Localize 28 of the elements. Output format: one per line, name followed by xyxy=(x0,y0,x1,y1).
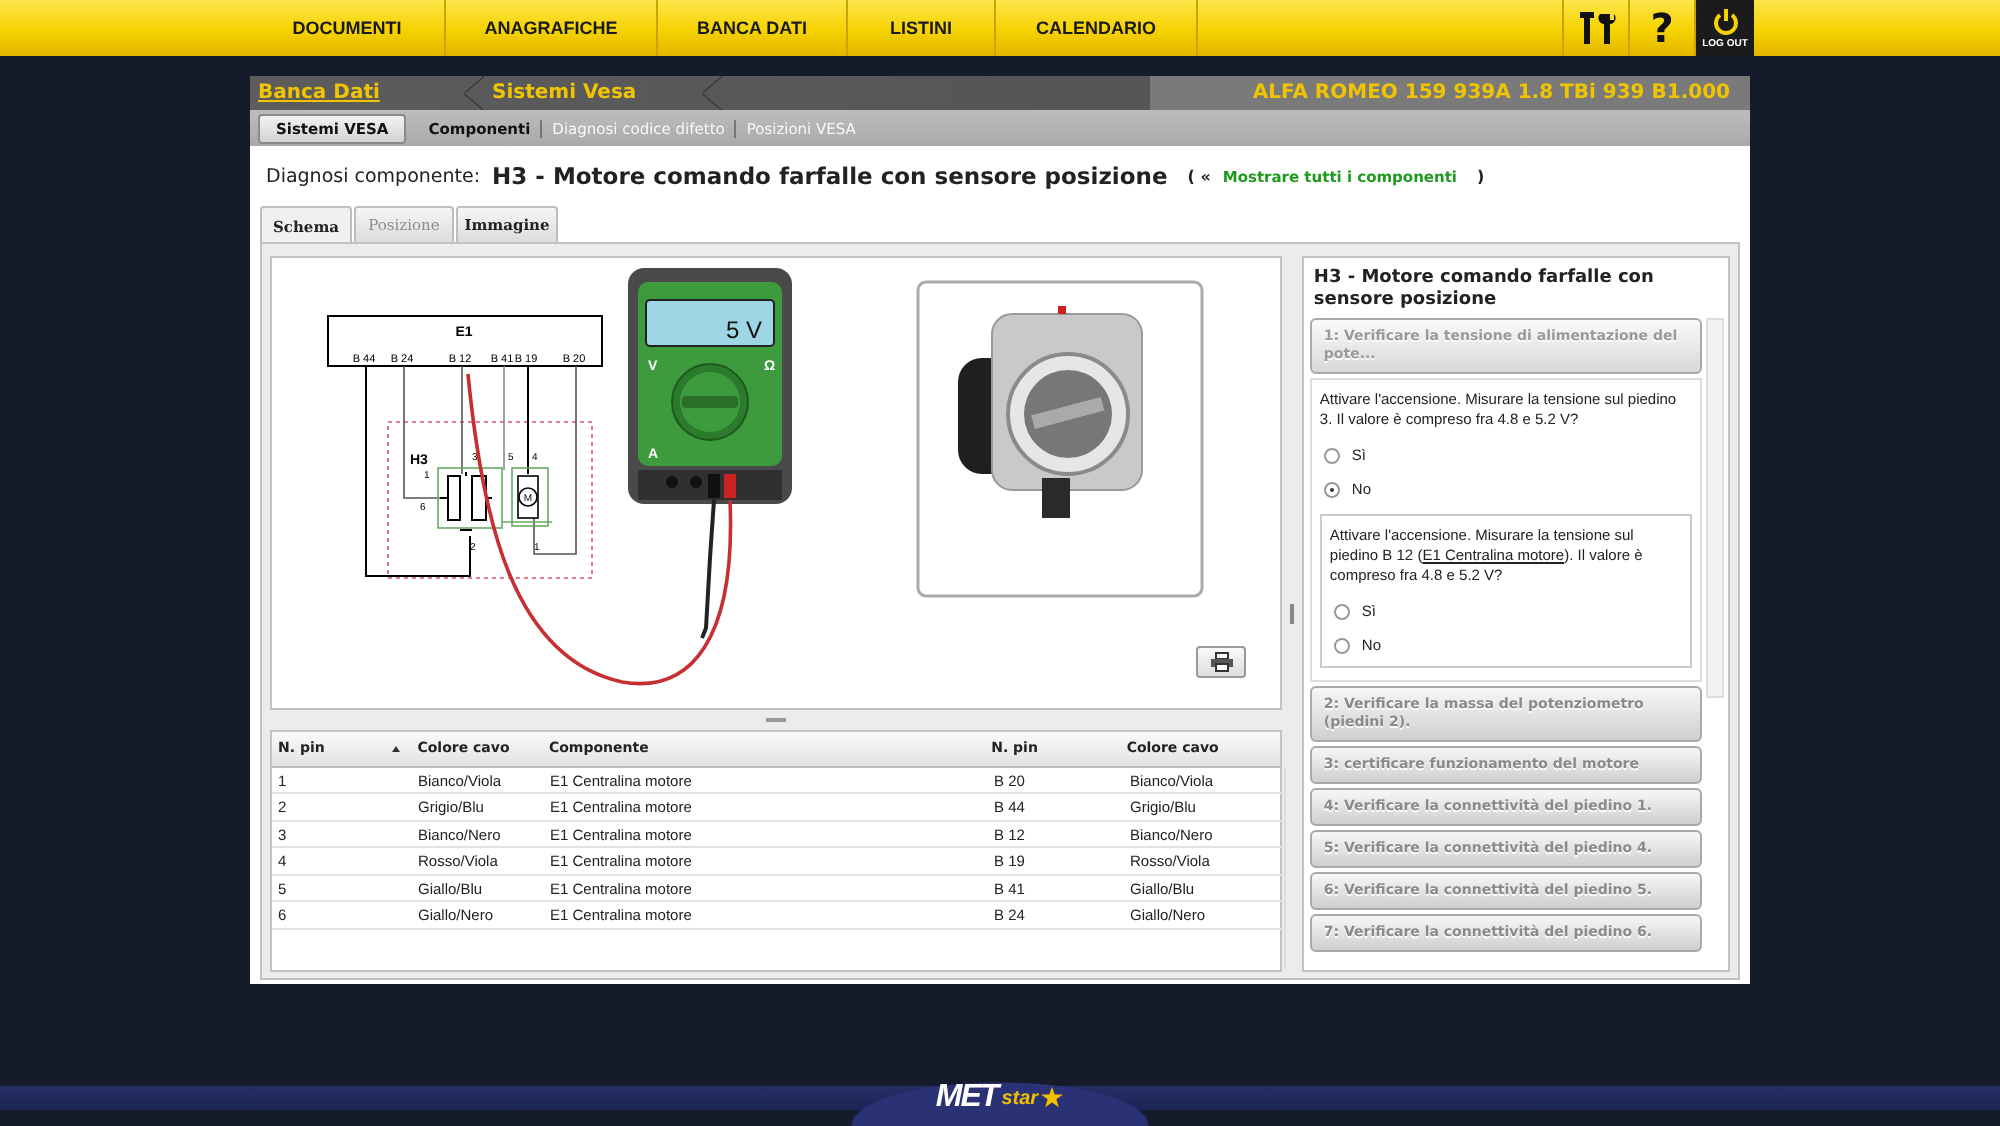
bracket-text: ) xyxy=(1477,167,1485,185)
panel-title: H3 - Motore comando farfalle con sensore posizione xyxy=(1311,266,1656,314)
radio-button[interactable] xyxy=(1323,447,1340,463)
logo-text: star xyxy=(1001,1087,1039,1109)
bracket-text: ( « xyxy=(1187,167,1211,185)
nav-menu-item[interactable]: BANCA DATI xyxy=(658,0,848,56)
radio-button[interactable] xyxy=(1323,481,1340,497)
breadcrumb-item[interactable]: Sistemi Vesa xyxy=(484,76,702,110)
meter-reading: 5 V xyxy=(725,316,762,344)
splitter-handle[interactable] xyxy=(766,717,786,722)
scrollbar[interactable] xyxy=(1284,767,1286,970)
logo-text: MET xyxy=(935,1080,998,1116)
splitter-handle[interactable] xyxy=(1289,604,1294,624)
component-title: H3 - Motore comando farfalle con sensore posizione xyxy=(492,162,1168,190)
power-icon xyxy=(1711,7,1739,35)
nav-menu-item[interactable]: DOCUMENTI xyxy=(250,0,446,56)
radio-button[interactable] xyxy=(1333,637,1350,653)
vehicle-title: ALFA ROMEO 159 939A 1.8 TBi 939 B1.000 xyxy=(1252,82,1730,104)
breadcrumb-link[interactable]: Banca Dati xyxy=(250,76,464,110)
radio-button[interactable] xyxy=(1333,603,1350,619)
nav-menu-item[interactable]: ANAGRAFICHE xyxy=(446,0,658,56)
scrollbar[interactable] xyxy=(1706,318,1724,698)
nav-menu-item[interactable]: LISTINI xyxy=(848,0,996,56)
printer-icon xyxy=(1209,652,1233,672)
nav-menu-item[interactable]: CALENDARIO xyxy=(996,0,1198,56)
star-icon xyxy=(1040,1086,1065,1110)
print-button[interactable] xyxy=(1196,646,1246,678)
label-text: Diagnosi componente: xyxy=(266,165,481,187)
